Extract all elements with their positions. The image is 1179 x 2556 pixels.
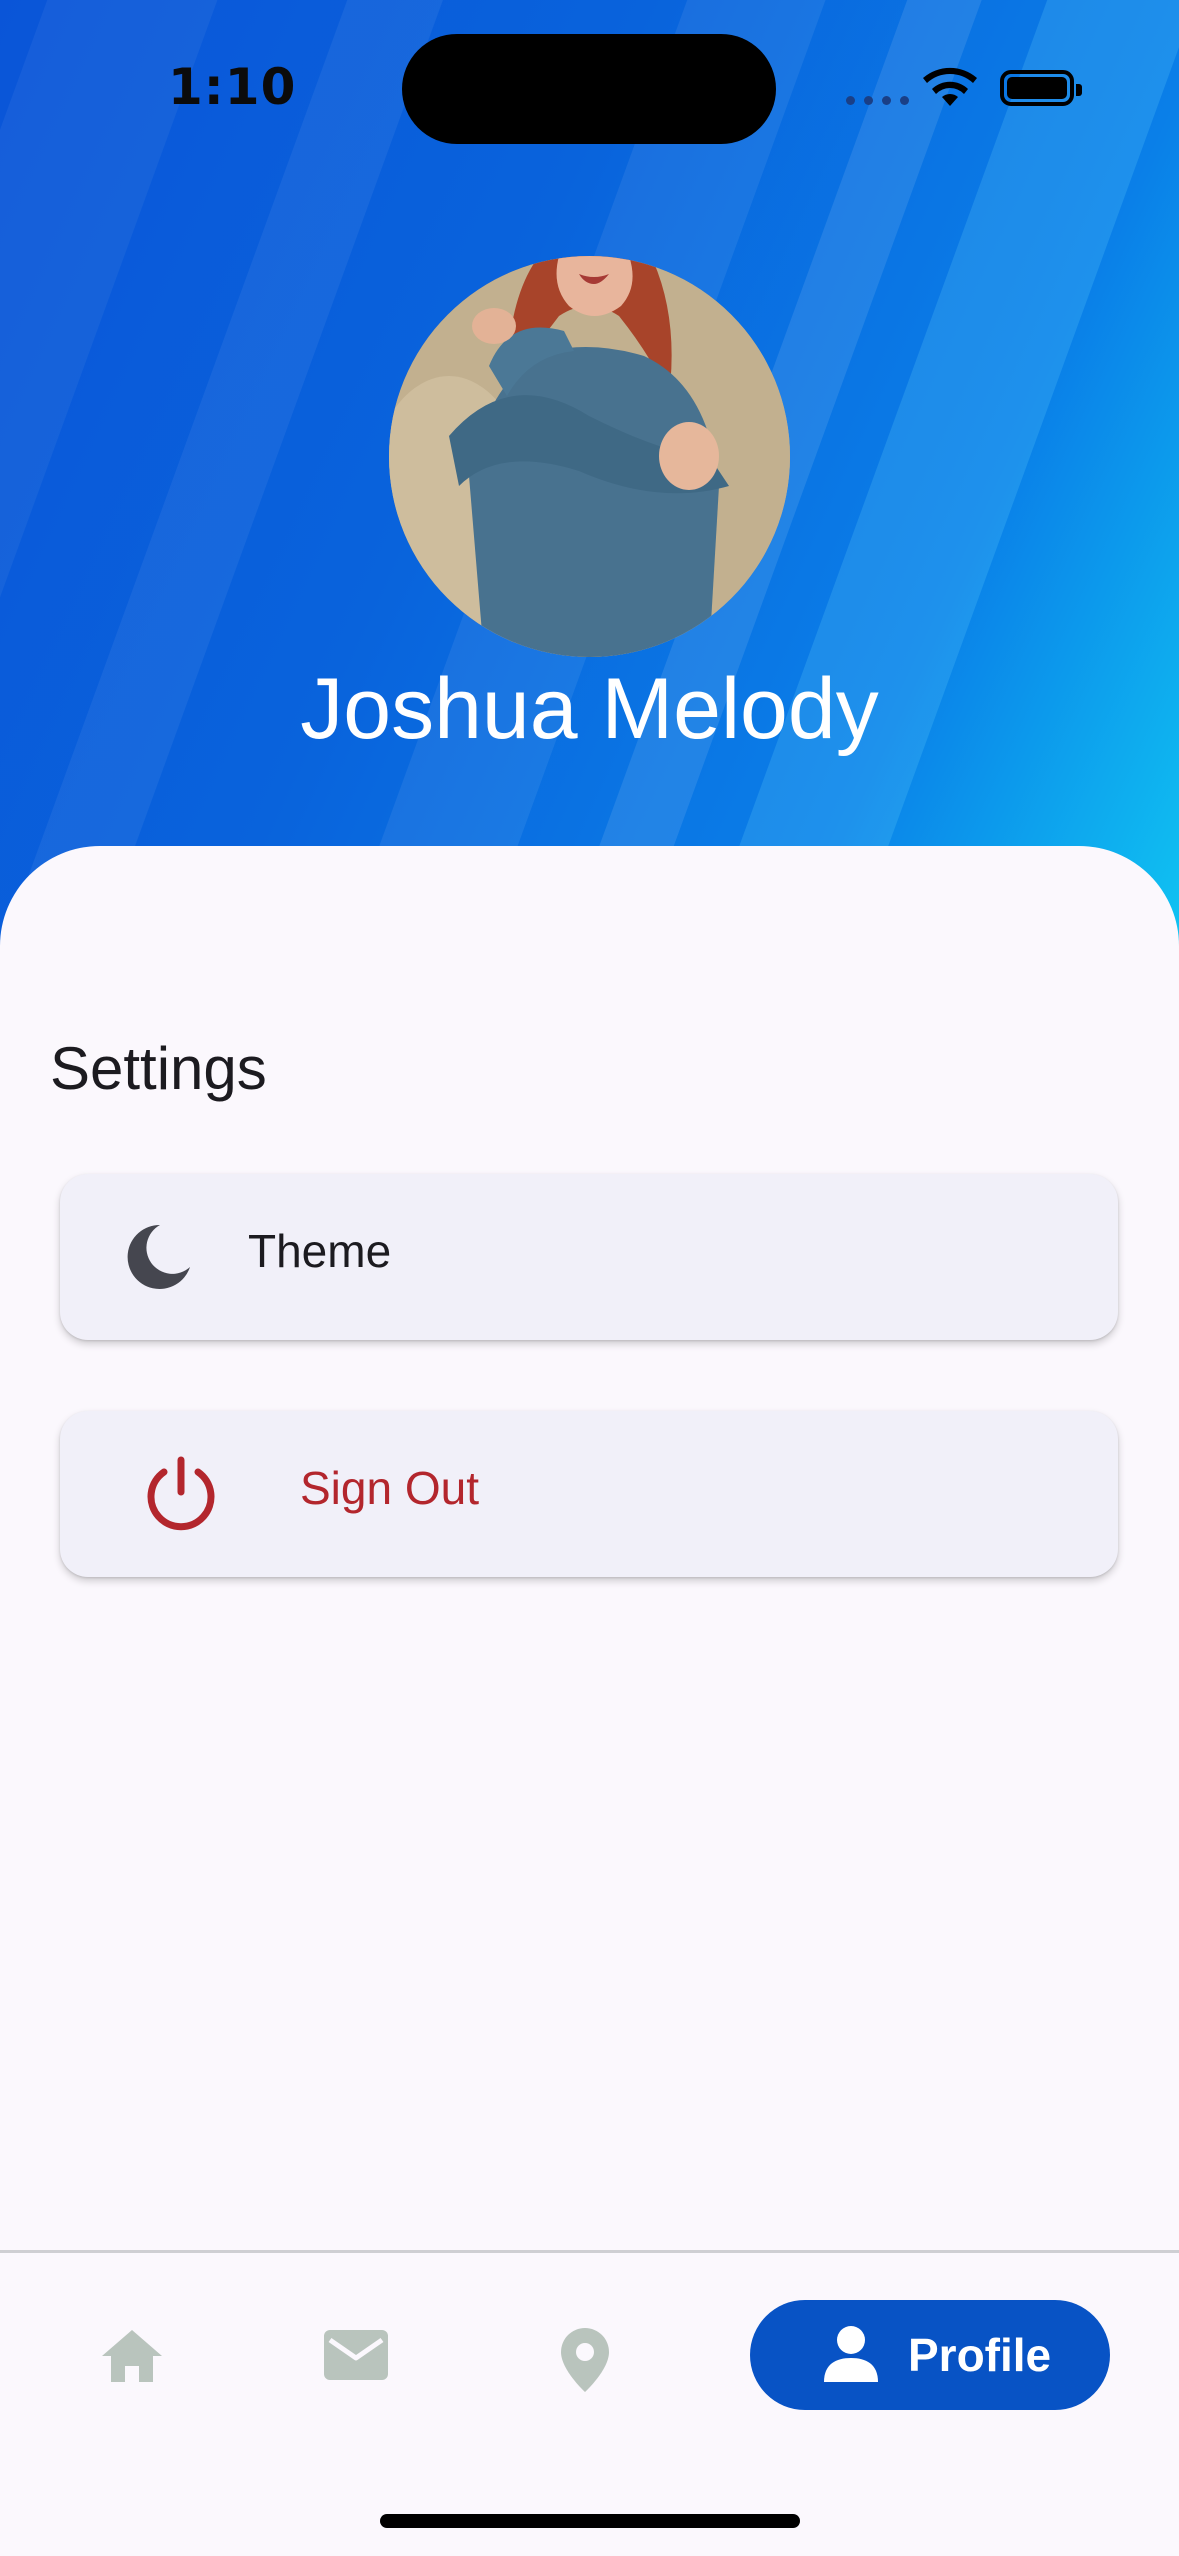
home-icon[interactable] xyxy=(100,2328,164,2388)
profile-tab[interactable]: Profile xyxy=(750,2300,1110,2410)
mail-icon[interactable] xyxy=(324,2328,388,2386)
power-icon xyxy=(142,1454,220,1538)
dynamic-island xyxy=(402,34,776,144)
sign-out-label: Sign Out xyxy=(300,1462,479,1514)
profile-tab-label: Profile xyxy=(908,2329,1052,2381)
moon-icon xyxy=(116,1217,196,1301)
sign-out-button[interactable]: Sign Out xyxy=(60,1411,1118,1577)
person-icon xyxy=(822,2324,880,2386)
cellular-signal-icon xyxy=(846,96,909,105)
avatar[interactable] xyxy=(389,256,790,657)
theme-setting-button[interactable]: Theme xyxy=(60,1174,1118,1340)
theme-label: Theme xyxy=(248,1225,392,1277)
bottom-navigation: Profile xyxy=(0,2250,1179,2556)
settings-title: Settings xyxy=(50,1035,267,1102)
user-name: Joshua Melody xyxy=(300,661,879,757)
profile-header: 1:10 Joshua Melody xyxy=(0,0,1179,960)
location-pin-icon[interactable] xyxy=(560,2328,610,2396)
status-bar-time: 1:10 xyxy=(168,58,297,116)
wifi-icon xyxy=(922,64,978,112)
home-indicator xyxy=(380,2514,800,2528)
battery-icon xyxy=(1000,70,1082,106)
